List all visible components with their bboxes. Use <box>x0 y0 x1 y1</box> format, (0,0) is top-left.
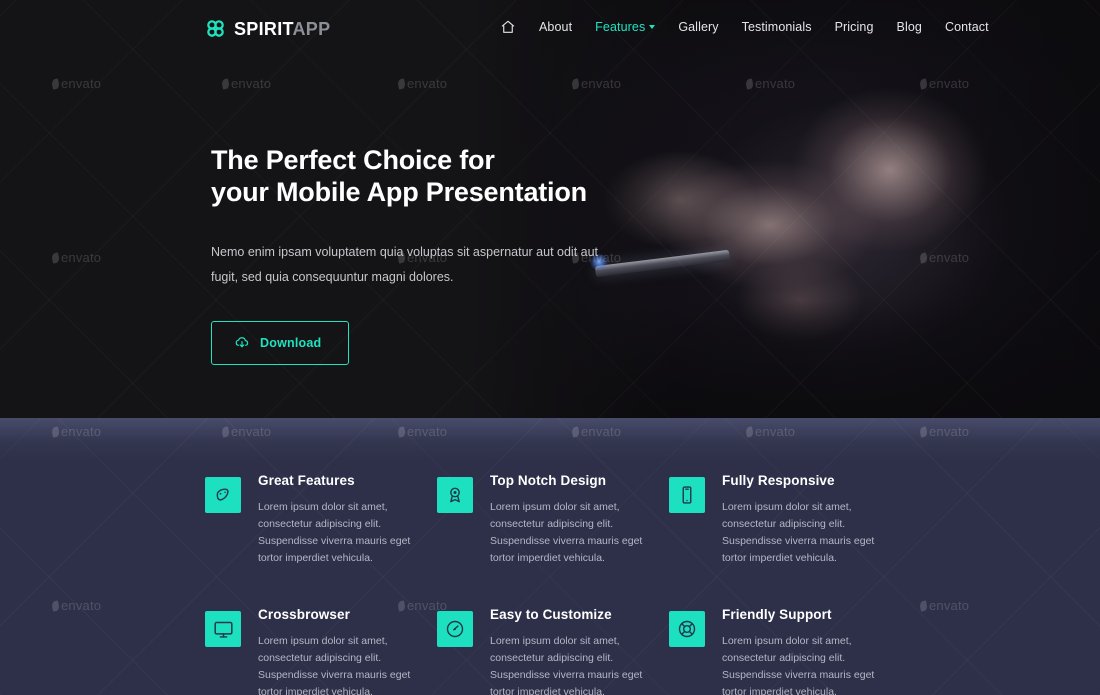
logo-text-light: APP <box>292 18 331 39</box>
feature-text: Lorem ipsum dolor sit amet, consectetur … <box>490 501 643 564</box>
feature-body: Friendly Support Lorem ipsum dolor sit a… <box>722 607 901 695</box>
nav-item-gallery[interactable]: Gallery <box>678 20 718 34</box>
page-root: Great Features Lorem ipsum dolor sit ame… <box>0 0 1100 695</box>
nav-item-blog[interactable]: Blog <box>897 20 922 34</box>
clover-logo-icon <box>205 18 226 39</box>
download-button[interactable]: Download <box>211 320 350 365</box>
nav-item-contact[interactable]: Contact <box>945 20 989 34</box>
feature-title: Great Features <box>258 473 355 488</box>
site-header: SPIRITAPP About Features Gallery Testimo… <box>0 0 1100 58</box>
nav-item-testimonials[interactable]: Testimonials <box>742 20 812 34</box>
feature-card: Easy to Customize Lorem ipsum dolor sit … <box>437 607 669 695</box>
desktop-monitor-icon <box>205 611 241 647</box>
nav-item-features-label: Features <box>595 20 646 34</box>
feature-body: Crossbrowser Lorem ipsum dolor sit amet,… <box>258 607 437 695</box>
feature-card: Friendly Support Lorem ipsum dolor sit a… <box>669 607 901 695</box>
features-grid: Great Features Lorem ipsum dolor sit ame… <box>205 473 905 695</box>
main-navigation: About Features Gallery Testimonials Pric… <box>500 19 989 35</box>
feature-title: Easy to Customize <box>490 607 612 622</box>
features-section: Great Features Lorem ipsum dolor sit ame… <box>0 418 1100 695</box>
chevron-down-icon <box>649 25 656 29</box>
feature-title: Friendly Support <box>722 607 832 622</box>
hero-subtitle: Nemo enim ipsam voluptatem quia voluptas… <box>211 244 599 284</box>
feature-text: Lorem ipsum dolor sit amet, consectetur … <box>490 635 643 695</box>
download-button-label: Download <box>260 335 322 350</box>
feature-card: Top Notch Design Lorem ipsum dolor sit a… <box>437 473 669 567</box>
nav-item-pricing[interactable]: Pricing <box>835 20 874 34</box>
nav-item-about[interactable]: About <box>539 20 572 34</box>
feature-text: Lorem ipsum dolor sit amet, consectetur … <box>722 635 875 695</box>
feature-card: Great Features Lorem ipsum dolor sit ame… <box>205 473 437 567</box>
lifebuoy-icon <box>669 611 705 647</box>
home-icon[interactable] <box>500 19 516 35</box>
gamepad-icon <box>205 477 241 513</box>
hero-title-line-2: your Mobile App Presentation <box>211 176 587 207</box>
award-badge-icon <box>437 477 473 513</box>
feature-body: Top Notch Design Lorem ipsum dolor sit a… <box>490 473 669 567</box>
cloud-download-icon <box>234 335 250 351</box>
logo[interactable]: SPIRITAPP <box>205 18 330 39</box>
feature-card: Fully Responsive Lorem ipsum dolor sit a… <box>669 473 901 567</box>
feature-body: Easy to Customize Lorem ipsum dolor sit … <box>490 607 669 695</box>
logo-text: SPIRITAPP <box>234 20 330 38</box>
feature-card: Crossbrowser Lorem ipsum dolor sit amet,… <box>205 607 437 695</box>
feature-text: Lorem ipsum dolor sit amet, consectetur … <box>258 501 411 564</box>
hero-title-line-1: The Perfect Choice for <box>211 145 495 175</box>
page-title: The Perfect Choice for your Mobile App P… <box>211 145 681 209</box>
feature-title: Top Notch Design <box>490 473 607 488</box>
feature-text: Lorem ipsum dolor sit amet, consectetur … <box>722 501 875 564</box>
logo-text-bold: SPIRIT <box>234 18 293 39</box>
feature-body: Great Features Lorem ipsum dolor sit ame… <box>258 473 437 567</box>
feature-body: Fully Responsive Lorem ipsum dolor sit a… <box>722 473 901 567</box>
nav-item-features[interactable]: Features <box>595 20 656 34</box>
speedometer-icon <box>437 611 473 647</box>
feature-title: Fully Responsive <box>722 473 835 488</box>
mobile-phone-icon <box>669 477 705 513</box>
feature-text: Lorem ipsum dolor sit amet, consectetur … <box>258 635 411 695</box>
feature-title: Crossbrowser <box>258 607 350 622</box>
hero-content: The Perfect Choice for your Mobile App P… <box>211 145 681 365</box>
